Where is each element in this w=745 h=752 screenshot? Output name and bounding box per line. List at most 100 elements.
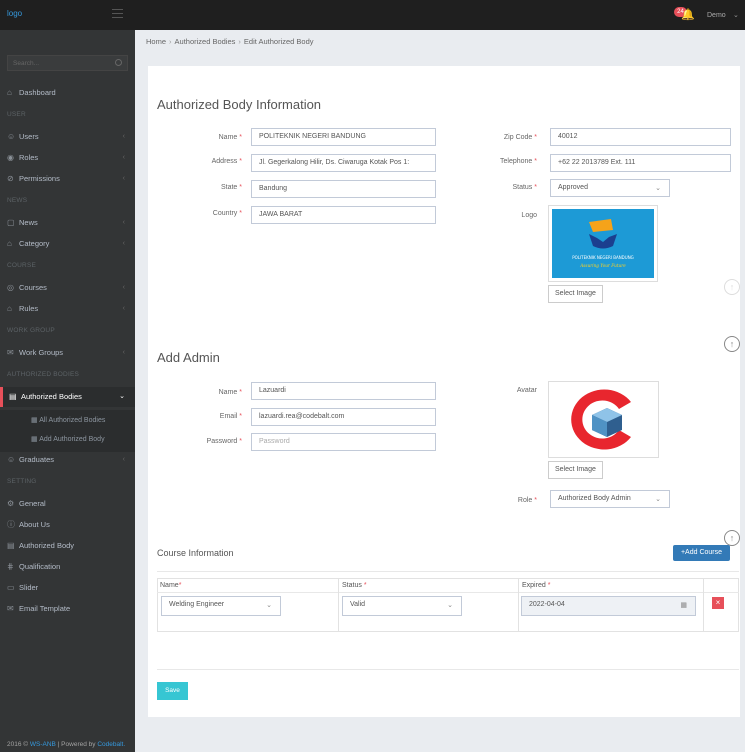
select-logo-button[interactable]: Select Image <box>548 285 603 303</box>
sidebar-item-general[interactable]: ⚙ General <box>0 494 135 514</box>
bell-icon[interactable]: 🔔 <box>681 9 695 21</box>
chevron-left-icon: ‹ <box>122 305 125 312</box>
sidebar-item-email-template[interactable]: ✉ Email Template <box>0 599 135 619</box>
sidebar-item-label: Qualification <box>19 562 61 571</box>
zip-field[interactable]: 40012 <box>550 128 731 146</box>
chevron-down-icon: ⌄ <box>655 185 661 192</box>
polban-logo-image: POLITEKNIK NEGERI BANDUNG Assuring Your … <box>552 209 654 278</box>
course-expired-field[interactable]: 2022-04-04 ▦ <box>521 596 696 616</box>
search-icon[interactable] <box>115 59 122 66</box>
table-col-divider <box>703 578 704 632</box>
label-text: Email <box>219 413 238 420</box>
table-header-name: Name* <box>160 582 181 589</box>
sidebar-subitem-all-authorized[interactable]: ▦ All Authorized Bodies <box>31 416 105 424</box>
chevron-left-icon: ‹ <box>122 133 125 140</box>
sidebar-item-qualification[interactable]: ⋕ Qualification <box>0 557 135 577</box>
logo-tagline: Assuring Your Future <box>579 263 626 268</box>
grid-icon: ▦ <box>31 417 40 424</box>
chevron-down-icon: ⌄ <box>266 602 272 609</box>
sidebar-item-label: Authorized Body <box>19 541 75 550</box>
required-mark: * <box>239 210 242 217</box>
calendar-icon[interactable]: ▦ <box>680 601 687 609</box>
check-circle-icon: ⊘ <box>7 174 14 183</box>
sidebar-item-users[interactable]: ☺ Users ‹ <box>0 127 135 147</box>
building-icon: ▤ <box>7 541 15 550</box>
address-field[interactable]: Jl. Gegerkalong Hilir, Ds. Ciwaruga Kota… <box>251 154 436 172</box>
admin-password-field[interactable]: Password <box>251 433 436 451</box>
user-menu[interactable]: Demo <box>707 12 726 19</box>
country-field[interactable]: JAWA BARAT <box>251 206 436 224</box>
breadcrumb-home[interactable]: Home <box>146 37 166 46</box>
avatar-label: Avatar <box>516 387 537 394</box>
header-text: Status <box>342 582 362 589</box>
breadcrumb-authorized-bodies[interactable]: Authorized Bodies <box>175 37 236 46</box>
courses-icon: ◎ <box>7 283 14 292</box>
header-text: Name <box>160 582 179 589</box>
breadcrumb-separator: › <box>238 37 241 46</box>
scroll-top-icon[interactable]: ↑ <box>724 530 740 546</box>
sidebar-item-rules[interactable]: ⌂ Rules ‹ <box>0 299 135 319</box>
sidebar-subitem-add-authorized[interactable]: ▦ Add Authorized Body <box>31 435 105 443</box>
grid-icon: ▦ <box>31 436 40 443</box>
admin-email-field[interactable]: lazuardi.rea@codebalt.com <box>251 408 436 426</box>
telephone-field[interactable]: +62 22 2013789 Ext. 111 <box>550 154 731 172</box>
select-avatar-button[interactable]: Select Image <box>548 461 603 479</box>
avatar-preview <box>548 381 659 458</box>
rules-icon: ⌂ <box>7 304 12 313</box>
course-status-select[interactable]: Valid ⌄ <box>342 596 462 616</box>
course-name-value: Welding Engineer <box>169 601 225 608</box>
role-select[interactable]: Authorized Body Admin ⌄ <box>550 490 670 508</box>
sidebar-item-graduates[interactable]: ☺ Graduates ‹ <box>0 450 135 470</box>
sidebar-search-input[interactable]: Search... <box>7 55 128 71</box>
sidebar-item-roles[interactable]: ◉ Roles ‹ <box>0 148 135 168</box>
section-title-admin: Add Admin <box>157 350 220 365</box>
sidebar-item-work-groups[interactable]: ✉ Work Groups ‹ <box>0 343 135 363</box>
sidebar-item-label: Rules <box>19 304 39 313</box>
chevron-down-icon[interactable]: ⌄ <box>733 11 739 19</box>
required-mark: * <box>363 582 367 589</box>
gear-icon: ⚙ <box>7 499 15 508</box>
logo-label: Logo <box>521 212 537 219</box>
table-header-divider <box>157 592 739 593</box>
state-field[interactable]: Bandung <box>251 180 436 198</box>
sidebar-item-category[interactable]: ⌂ Category ‹ <box>0 234 135 254</box>
sidebar-item-label: General <box>19 499 46 508</box>
admin-email-label: Email * <box>190 413 242 420</box>
sidebar-item-news[interactable]: ▢ News ‹ <box>0 213 135 233</box>
logo[interactable]: logo <box>7 9 22 18</box>
sidebar-item-slider[interactable]: ▭ Slider <box>0 578 135 598</box>
sidebar-item-authorized-body[interactable]: ▤ Authorized Body <box>0 536 135 556</box>
footer-brand-link[interactable]: WS-ANB <box>30 741 56 748</box>
required-mark: * <box>534 184 537 191</box>
label-text: State <box>220 184 238 191</box>
delete-course-button[interactable]: × <box>712 597 724 609</box>
add-course-button[interactable]: +Add Course <box>673 545 730 561</box>
eye-icon: ◉ <box>7 153 14 162</box>
course-expired-value: 2022-04-04 <box>529 601 565 608</box>
scroll-top-icon[interactable]: ↑ <box>724 336 740 352</box>
admin-name-field[interactable]: Lazuardi <box>251 382 436 400</box>
footer-company-link[interactable]: Codebalt. <box>97 741 125 748</box>
status-label: Status * <box>480 184 537 191</box>
menu-toggle-icon[interactable] <box>112 9 123 18</box>
sidebar-item-label: Email Template <box>19 604 71 613</box>
status-select[interactable]: Approved ⌄ <box>550 179 670 197</box>
course-name-select[interactable]: Welding Engineer ⌄ <box>161 596 281 616</box>
nav-section-work-group: WORK GROUP <box>7 327 55 334</box>
sidebar-item-authorized-bodies[interactable]: ▤ Authorized Bodies ⌄ <box>0 387 135 407</box>
chevron-left-icon: ‹ <box>122 456 125 463</box>
save-button[interactable]: Save <box>157 682 188 700</box>
sidebar-item-label: Category <box>19 239 50 248</box>
breadcrumb-separator: › <box>169 37 172 46</box>
required-mark: * <box>239 134 242 141</box>
sidebar-item-label: Dashboard <box>19 88 56 97</box>
scroll-top-icon[interactable]: ↑ <box>724 279 740 295</box>
sidebar-item-label: About Us <box>19 520 50 529</box>
logo-preview: POLITEKNIK NEGERI BANDUNG Assuring Your … <box>548 205 658 282</box>
role-value: Authorized Body Admin <box>558 495 631 502</box>
sidebar-item-courses[interactable]: ◎ Courses ‹ <box>0 278 135 298</box>
name-field[interactable]: POLITEKNIK NEGERI BANDUNG <box>251 128 436 146</box>
sidebar-item-permissions[interactable]: ⊘ Permissions ‹ <box>0 169 135 189</box>
sidebar-item-about[interactable]: ⓘ About Us <box>0 515 135 535</box>
sidebar-item-dashboard[interactable]: ⌂ Dashboard <box>0 83 135 103</box>
